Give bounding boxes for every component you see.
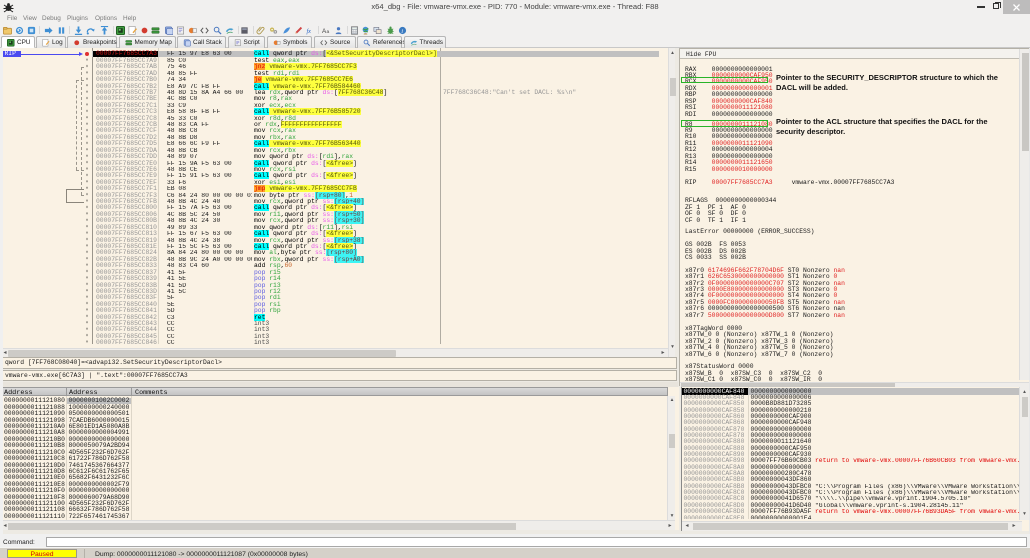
svg-text:fx: fx [306, 27, 311, 34]
svg-text:a: a [327, 29, 330, 34]
